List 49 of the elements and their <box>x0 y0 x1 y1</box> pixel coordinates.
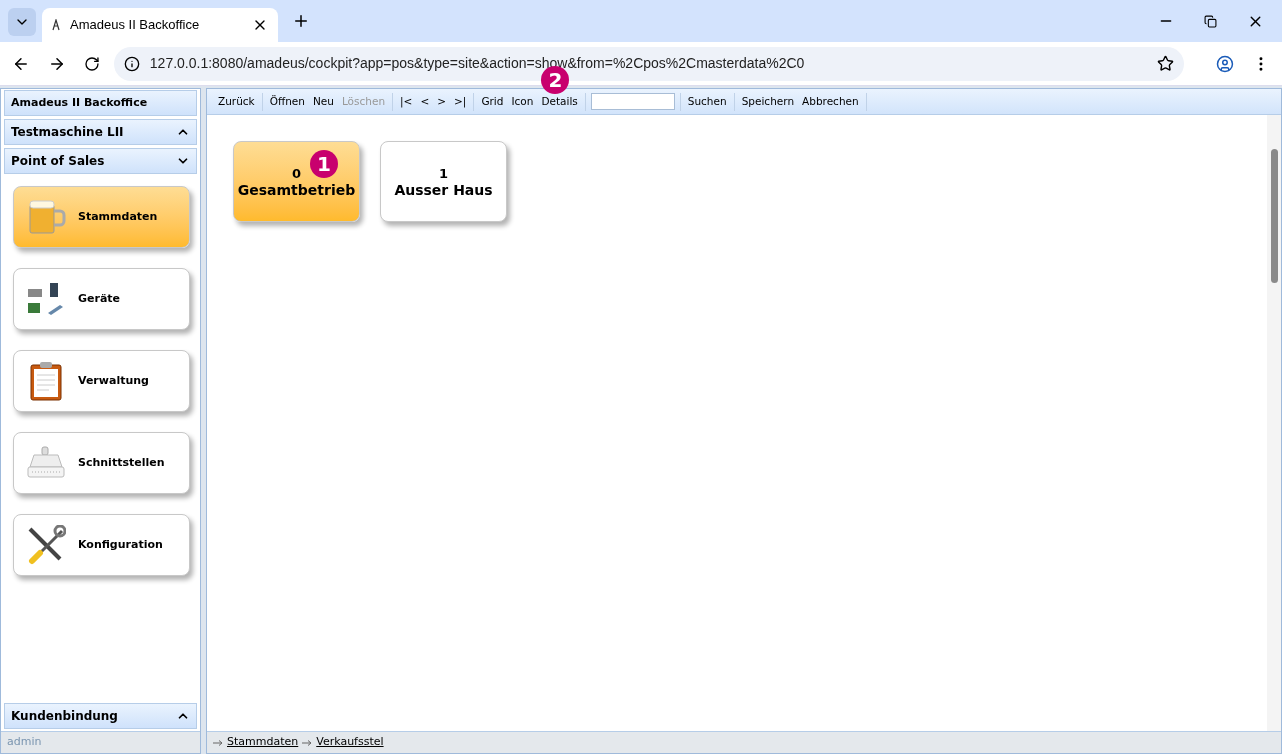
breadcrumb-link[interactable]: Verkaufsstel <box>316 734 384 751</box>
sidebar-title: Amadeus II Backoffice <box>4 90 197 116</box>
toolbar-button[interactable]: > <box>433 93 451 110</box>
site-tile[interactable]: 0 Gesamtbetrieb 1 <box>233 141 360 222</box>
sidebar-section-header[interactable]: Testmaschine LII <box>4 119 197 145</box>
tab-title: Amadeus II Backoffice <box>70 16 201 35</box>
breadcrumb-link[interactable]: Stammdaten <box>227 734 299 751</box>
module-button[interactable]: Stammdaten <box>13 186 190 248</box>
toolbar-button[interactable]: Icon <box>507 93 538 110</box>
annotation-marker: 1 <box>310 150 338 178</box>
site-info-icon[interactable] <box>123 55 140 72</box>
toolbar-button[interactable]: < <box>416 93 434 110</box>
arrow-icon <box>302 739 313 746</box>
sidebar-section-header[interactable]: Point of Sales <box>4 148 197 174</box>
module-button[interactable]: Verwaltung <box>13 350 190 412</box>
tab-list-button[interactable] <box>8 8 36 36</box>
toolbar-button[interactable]: Zurück <box>214 93 259 110</box>
module-button[interactable]: Konfiguration <box>13 514 190 576</box>
toolbar-button[interactable]: Öffnen <box>265 93 309 110</box>
browser-tab[interactable]: Amadeus II Backoffice <box>42 8 278 42</box>
toolbar-button[interactable]: Suchen <box>683 93 731 110</box>
site-tile[interactable]: 1 Ausser Haus <box>380 141 507 222</box>
beer-mug-icon <box>26 199 66 235</box>
profile-icon[interactable] <box>1216 54 1235 73</box>
reload-icon[interactable] <box>83 55 100 72</box>
bookmark-star-icon[interactable] <box>1157 55 1175 72</box>
toolbar-button[interactable]: |< <box>396 93 417 110</box>
new-tab-icon[interactable] <box>292 12 310 30</box>
arrow-icon <box>213 739 223 746</box>
toolbar-button[interactable]: >| <box>450 93 471 110</box>
search-field[interactable] <box>590 93 675 110</box>
section-label: Kundenbindung <box>11 708 118 725</box>
scrollbar[interactable] <box>1267 115 1281 731</box>
site-favicon-icon <box>52 19 60 31</box>
connector-icon <box>26 446 66 480</box>
toolbar-button[interactable]: Neu <box>308 93 338 110</box>
module-button[interactable]: Geräte <box>13 268 190 330</box>
clipboard-icon <box>29 361 63 401</box>
toolbar-button[interactable]: Grid <box>477 93 508 110</box>
module-button[interactable]: Schnittstellen <box>13 432 190 494</box>
section-label: Testmaschine LII <box>11 124 124 141</box>
toolbar-button[interactable]: Abbrechen <box>798 93 863 110</box>
toolbar-button[interactable]: Speichern <box>737 93 799 110</box>
restore-icon[interactable] <box>1204 14 1217 28</box>
toolbar-button[interactable]: Details <box>537 93 582 110</box>
tools-icon <box>26 525 66 565</box>
sidebar-section-header[interactable]: Kundenbindung <box>4 703 197 729</box>
section-label: Point of Sales <box>11 153 105 170</box>
user-label: admin <box>1 731 200 753</box>
